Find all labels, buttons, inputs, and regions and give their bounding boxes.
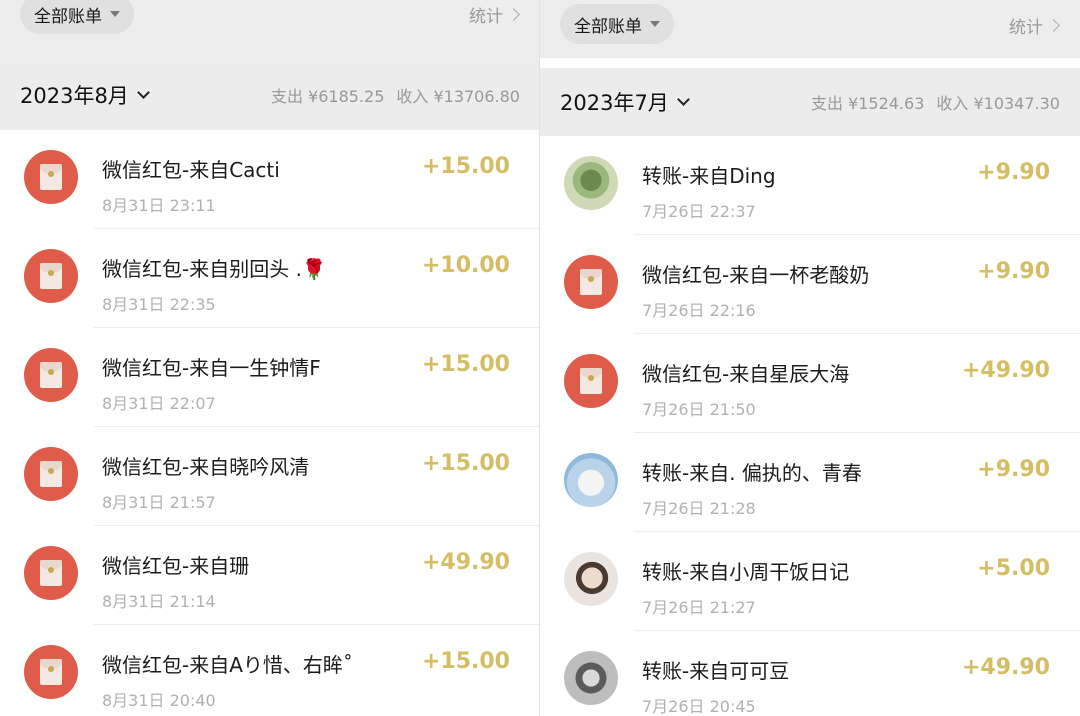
user-avatar [564,651,618,705]
transaction-time: 8月31日 21:57 [102,493,216,512]
transaction-time: 7月26日 21:27 [642,598,756,617]
transaction-amount: +49.90 [961,358,1050,383]
transaction-title: 转账-来自. 偏执的、青春 [642,461,862,485]
transaction-row[interactable]: 微信红包-来自Aり惜、右眸˚ 8月31日 20:40 +15.00 [0,625,540,716]
top-bar: 全部账单 统计 [0,0,540,60]
stats-label: 统计 [469,7,503,27]
red-envelope-icon [564,255,618,309]
red-envelope-icon [24,447,78,501]
transaction-title: 微信红包-来自Cacti [102,158,280,182]
transaction-row[interactable]: 转账-来自小周干饭日记 7月26日 21:27 +5.00 [540,532,1080,631]
transaction-amount: +15.00 [421,352,510,377]
transaction-list: 微信红包-来自Cacti 8月31日 23:11 +15.00 微信红包-来自别… [0,130,540,716]
filter-label: 全部账单 [574,16,642,37]
transaction-time: 7月26日 22:16 [642,301,756,320]
red-envelope-icon [24,150,78,204]
transaction-time: 8月31日 22:07 [102,394,216,413]
stats-link[interactable]: 统计 [1009,13,1060,38]
income-total: 收入 ¥10347.30 [936,94,1060,113]
chevron-right-icon [1047,19,1060,32]
caret-down-icon [110,11,120,17]
month-summary-bar: 2023年8月 支出 ¥6185.25 收入 ¥13706.80 [0,60,540,130]
user-avatar [564,453,618,507]
transaction-time: 7月26日 21:50 [642,400,756,419]
transaction-amount: +49.90 [961,655,1050,680]
expense-total: 支出 ¥6185.25 [270,87,385,106]
transaction-amount: +9.90 [977,259,1050,284]
transaction-title: 微信红包-来自Aり惜、右眸˚ [102,653,353,677]
filter-all-bills-button[interactable]: 全部账单 [560,4,674,44]
transaction-time: 8月31日 20:40 [102,691,216,710]
transaction-list: 转账-来自Ding 7月26日 22:37 +9.90 微信红包-来自一杯老酸奶… [540,136,1080,716]
transaction-time: 8月31日 22:35 [102,295,216,314]
chevron-down-icon [676,92,690,106]
red-envelope-icon [24,546,78,600]
transaction-title: 微信红包-来自珊 [102,554,250,578]
transaction-amount: +5.00 [977,556,1050,581]
chevron-right-icon [507,8,520,21]
month-summary: 支出 ¥6185.25 收入 ¥13706.80 [271,83,520,107]
transaction-row[interactable]: 微信红包-来自别回头 .🌹 8月31日 22:35 +10.00 [0,229,540,328]
transaction-title: 微信红包-来自一杯老酸奶 [642,263,870,287]
transaction-time: 8月31日 21:14 [102,592,216,611]
red-envelope-icon [24,249,78,303]
transaction-row[interactable]: 转账-来自. 偏执的、青春 7月26日 21:28 +9.90 [540,433,1080,532]
user-avatar [564,156,618,210]
transaction-title: 转账-来自小周干饭日记 [642,560,850,584]
top-bar: 全部账单 统计 [540,0,1080,58]
transaction-amount: +9.90 [977,160,1050,185]
filter-all-bills-button[interactable]: 全部账单 [20,0,134,34]
transaction-amount: +10.00 [421,253,510,278]
transaction-row[interactable]: 微信红包-来自珊 8月31日 21:14 +49.90 [0,526,540,625]
bill-list-august: 全部账单 统计 2023年8月 支出 ¥6185.25 收入 ¥13706.80… [0,0,540,716]
transaction-amount: +49.90 [421,550,510,575]
bill-list-july: 全部账单 统计 2023年7月 支出 ¥1524.63 收入 ¥10347.30… [540,0,1080,716]
expense-total: 支出 ¥1524.63 [810,94,925,113]
transaction-time: 7月26日 20:45 [642,697,756,716]
month-label: 2023年7月 [560,91,669,115]
income-total: 收入 ¥13706.80 [396,87,520,106]
transaction-row[interactable]: 微信红包-来自一生钟情F 8月31日 22:07 +15.00 [0,328,540,427]
red-envelope-icon [24,348,78,402]
transaction-title: 微信红包-来自别回头 .🌹 [102,257,327,281]
transaction-title: 微信红包-来自一生钟情F [102,356,321,380]
transaction-title: 转账-来自Ding [642,164,776,188]
transaction-title: 微信红包-来自星辰大海 [642,362,850,386]
transaction-row[interactable]: 微信红包-来自Cacti 8月31日 23:11 +15.00 [0,130,540,229]
transaction-time: 7月26日 22:37 [642,202,756,221]
transaction-amount: +9.90 [977,457,1050,482]
transaction-amount: +15.00 [421,649,510,674]
month-label: 2023年8月 [20,84,129,108]
transaction-row[interactable]: 微信红包-来自晓吟风清 8月31日 21:57 +15.00 [0,427,540,526]
month-summary: 支出 ¥1524.63 收入 ¥10347.30 [811,90,1060,114]
chevron-down-icon [136,85,150,99]
transaction-time: 7月26日 21:28 [642,499,756,518]
red-envelope-icon [564,354,618,408]
transaction-time: 8月31日 23:11 [102,196,216,215]
transaction-title: 转账-来自可可豆 [642,659,790,683]
stats-label: 统计 [1009,18,1043,38]
transaction-amount: +15.00 [421,451,510,476]
stats-link[interactable]: 统计 [469,2,520,27]
transaction-row[interactable]: 转账-来自Ding 7月26日 22:37 +9.90 [540,136,1080,235]
transaction-row[interactable]: 微信红包-来自一杯老酸奶 7月26日 22:16 +9.90 [540,235,1080,334]
transaction-row[interactable]: 转账-来自可可豆 7月26日 20:45 +49.90 [540,631,1080,716]
month-selector[interactable]: 2023年8月 [20,80,150,110]
user-avatar [564,552,618,606]
month-summary-bar: 2023年7月 支出 ¥1524.63 收入 ¥10347.30 [540,68,1080,136]
transaction-amount: +15.00 [421,154,510,179]
transaction-row[interactable]: 微信红包-来自星辰大海 7月26日 21:50 +49.90 [540,334,1080,433]
caret-down-icon [650,21,660,27]
filter-label: 全部账单 [34,6,102,27]
transaction-title: 微信红包-来自晓吟风清 [102,455,310,479]
month-selector[interactable]: 2023年7月 [560,87,690,117]
red-envelope-icon [24,645,78,699]
